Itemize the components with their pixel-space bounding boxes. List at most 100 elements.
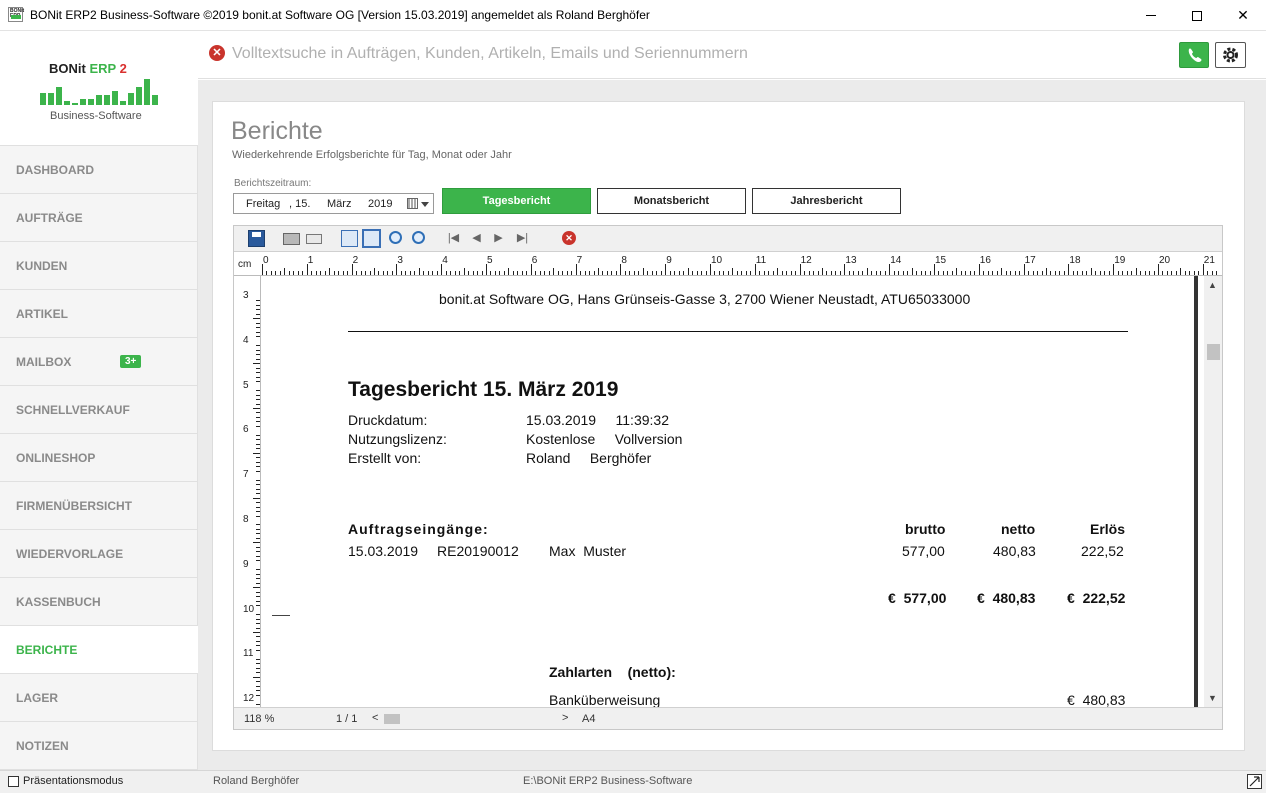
calendar-icon[interactable] (407, 198, 418, 209)
ruler-tick (256, 461, 260, 463)
ruler-tick (427, 271, 429, 275)
date-picker[interactable]: Freitag , 15. März 2019 (233, 193, 434, 214)
sidebar-item-firmenuebersicht[interactable]: FIRMENÜBERSICHT (0, 482, 198, 530)
ruler-tick (256, 403, 260, 405)
ruler-tick (1117, 271, 1119, 275)
ruler-tick (256, 425, 260, 427)
date-year[interactable]: 2019 (368, 198, 392, 210)
sidebar-item-kunden[interactable]: KUNDEN (0, 242, 198, 290)
ruler-tick (1086, 271, 1088, 275)
ruler-label: 9 (666, 255, 672, 266)
ruler-tick (705, 271, 707, 275)
sidebar-item-auftraege[interactable]: AUFTRÄGE (0, 194, 198, 242)
phone-button[interactable] (1179, 42, 1209, 68)
scroll-right-icon[interactable]: > (562, 712, 568, 724)
print-icon[interactable] (283, 233, 300, 245)
maximize-button[interactable] (1174, 0, 1220, 31)
ruler-tick (441, 264, 443, 275)
ruler-tick (987, 271, 989, 275)
ruler-tick (1005, 271, 1007, 275)
scroll-up-icon[interactable]: ▲ (1208, 280, 1217, 290)
minimize-button[interactable] (1128, 0, 1174, 31)
ruler-tick (256, 399, 260, 401)
daily-report-button[interactable]: Tagesbericht (442, 188, 591, 214)
status-path: E:\BONit ERP2 Business-Software (523, 775, 693, 787)
ruler-tick (256, 600, 260, 602)
ruler-tick (1054, 271, 1056, 275)
scroll-down-icon[interactable]: ▼ (1208, 693, 1217, 703)
ruler-label: 19 (1114, 255, 1126, 266)
first-page-icon[interactable]: |◀ (445, 231, 462, 248)
yearly-report-button[interactable]: Jahresbericht (752, 188, 901, 214)
ruler-label: 12 (243, 693, 255, 705)
date-weekday[interactable]: Freitag (246, 198, 280, 210)
sidebar-item-dashboard[interactable]: DASHBOARD (0, 146, 198, 194)
ruler-tick (589, 271, 591, 275)
hscroll-thumb[interactable] (384, 714, 400, 724)
ruler-tick (387, 271, 389, 275)
close-viewer-icon[interactable]: ✕ (562, 231, 576, 245)
ruler-tick (256, 381, 260, 383)
ruler-tick (808, 271, 810, 275)
save-icon[interactable] (248, 230, 265, 247)
ruler-label: 18 (1069, 255, 1081, 266)
chevron-down-icon[interactable] (421, 202, 429, 207)
app-icon: BONit ERP (8, 7, 24, 22)
ruler-tick (530, 264, 532, 275)
ruler-tick (651, 271, 653, 275)
zoom-in-icon[interactable] (389, 231, 402, 244)
settings-button[interactable] (1215, 42, 1246, 68)
sidebar-item-berichte[interactable]: BERICHTE (0, 626, 198, 674)
zoom-out-icon[interactable] (412, 231, 425, 244)
clear-search-icon[interactable]: ✕ (209, 45, 225, 61)
logo-bars-icon (40, 75, 160, 105)
sidebar-item-mailbox[interactable]: MAILBOX 3+ (0, 338, 198, 386)
last-page-icon[interactable]: ▶| (514, 231, 531, 248)
sidebar-item-wiedervorlage[interactable]: WIEDERVORLAGE (0, 530, 198, 578)
ruler-tick (256, 412, 260, 414)
sidebar-item-lager[interactable]: LAGER (0, 674, 198, 722)
fit-width-icon[interactable] (362, 229, 381, 248)
logo: BONit ERP 2 Business-Software (0, 31, 198, 146)
ruler-tick (629, 271, 631, 275)
presentation-checkbox[interactable] (8, 776, 19, 787)
resize-icon[interactable] (1247, 774, 1262, 789)
date-day[interactable]: , 15. (289, 198, 310, 210)
date-month[interactable]: März (327, 198, 351, 210)
email-icon[interactable] (306, 234, 322, 244)
sidebar-item-artikel[interactable]: ARTIKEL (0, 290, 198, 338)
row-brutto: 577,00 (902, 543, 945, 559)
payment-value: € 480,83 (1067, 692, 1126, 707)
sidebar-item-onlineshop[interactable]: ONLINESHOP (0, 434, 198, 482)
previous-page-icon[interactable]: ◀ (468, 231, 485, 248)
row-number: RE20190012 (437, 543, 519, 559)
section-title: Auftragseingänge: (348, 521, 489, 537)
ruler-label: 6 (243, 424, 249, 436)
ruler-tick (848, 271, 850, 275)
close-window-button[interactable]: ✕ (1220, 0, 1266, 31)
search-input[interactable] (232, 41, 832, 67)
ruler-tick (450, 271, 452, 275)
next-page-icon[interactable]: ▶ (490, 231, 507, 248)
ruler-label: 5 (487, 255, 493, 266)
vertical-scrollbar[interactable]: ▲ ▼ (1204, 276, 1222, 707)
sidebar-item-schnellverkauf[interactable]: SCHNELLVERKAUF (0, 386, 198, 434)
maximize-icon (1192, 10, 1202, 21)
ruler-tick (494, 271, 496, 275)
ruler-tick (1010, 271, 1012, 275)
payment-label: Banküberweisung (549, 692, 661, 707)
presentation-label[interactable]: Präsentationsmodus (23, 775, 123, 787)
fit-page-icon[interactable] (341, 230, 358, 247)
ruler-tick (1046, 268, 1047, 275)
ruler-tick (992, 271, 994, 275)
margin-marker (272, 615, 290, 616)
horizontal-scrollbar[interactable]: < > (372, 712, 568, 725)
monthly-report-button[interactable]: Monatsbericht (597, 188, 746, 214)
ruler-tick (256, 304, 260, 306)
ruler-tick (584, 271, 586, 275)
scroll-thumb[interactable] (1207, 344, 1220, 360)
sidebar-item-notizen[interactable]: NOTIZEN (0, 722, 198, 770)
ruler-tick (571, 271, 573, 275)
scroll-left-icon[interactable]: < (372, 712, 378, 724)
sidebar-item-kassenbuch[interactable]: KASSENBUCH (0, 578, 198, 626)
